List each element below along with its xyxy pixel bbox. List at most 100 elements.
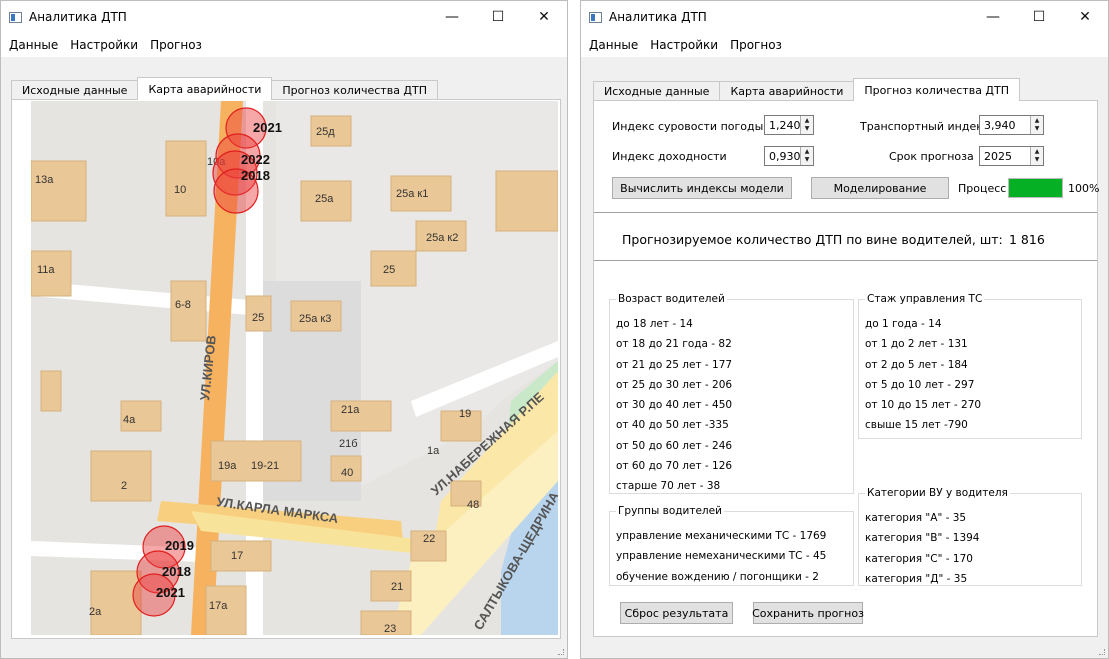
building-label: 2: [121, 480, 127, 492]
building-label: 17а: [209, 600, 228, 612]
compute-indexes-button[interactable]: Вычислить индексы модели: [612, 177, 792, 199]
close-icon[interactable]: ✕: [521, 1, 567, 33]
list-item: от 40 до 50 лет -335: [616, 419, 729, 432]
building-label: 13а: [35, 174, 54, 186]
tab-forecast[interactable]: Прогноз количества ДТП: [853, 78, 1021, 101]
building-label: 22: [423, 533, 435, 545]
resize-grip[interactable]: [1099, 649, 1105, 655]
building-label: 25: [252, 312, 264, 324]
transport-index-spinbox[interactable]: 3,940 ▲ ▼: [979, 115, 1044, 135]
building-label: 2а: [89, 606, 102, 618]
list-item: категория "С" - 170: [865, 552, 973, 565]
experience-group-title: Стаж управления ТС: [865, 293, 985, 305]
menu-forecast[interactable]: Прогноз: [144, 38, 208, 52]
tab-bar: Исходные данные Карта аварийности Прогно…: [593, 78, 1021, 101]
building-label: 25а к1: [396, 188, 428, 200]
title-bar[interactable]: Аналитика ДТП — ☐ ✕: [581, 1, 1108, 33]
reset-results-button[interactable]: Сброс результата: [620, 602, 733, 624]
accident-year-label: 2022: [241, 152, 270, 167]
building-label: 21б: [339, 438, 358, 450]
tab-source-data[interactable]: Исходные данные: [11, 80, 139, 100]
driver-groups-title: Группы водителей: [616, 505, 724, 517]
divider: [594, 260, 1097, 261]
list-item: от 1 до 2 лет - 131: [865, 338, 968, 351]
list-item: от 2 до 5 лет - 184: [865, 358, 968, 371]
forecast-term-spinbox[interactable]: 2025 ▲ ▼: [979, 146, 1044, 166]
tab-panel: Индекс суровости погоды 1,240 ▲ ▼ Транспо…: [593, 100, 1100, 637]
age-groupbox: Возраст водителей до 18 лет - 14 от 18 д…: [609, 293, 854, 494]
list-item: старше 70 лет - 38: [616, 480, 721, 493]
building-label: 23: [384, 623, 396, 635]
menu-forecast[interactable]: Прогноз: [724, 38, 788, 52]
list-item: категория "А" - 35: [865, 512, 967, 524]
building-label: 25а к3: [299, 313, 331, 325]
process-progress-bar: [1008, 178, 1063, 198]
tab-accident-map[interactable]: Карта аварийности: [719, 81, 855, 101]
forecast-result-label: Прогнозируемое количество ДТП по вине во…: [622, 232, 1003, 247]
accident-year-label: 2021: [253, 120, 282, 135]
building-label: 6-8: [175, 299, 191, 311]
menu-data[interactable]: Данные: [3, 38, 64, 52]
building-label: 25д: [316, 126, 335, 138]
list-item: до 18 лет - 14: [616, 318, 693, 330]
transport-index-value: 3,940: [984, 118, 1016, 132]
license-groupbox: Категории ВУ у водителя категория "А" - …: [858, 487, 1082, 586]
app-icon: [9, 11, 22, 23]
building-label: 25а к2: [426, 232, 458, 244]
close-icon[interactable]: ✕: [1062, 1, 1108, 33]
transport-index-label: Транспортный индекс: [860, 120, 989, 133]
list-item: от 21 до 25 лет - 177: [616, 358, 733, 371]
window-title: Аналитика ДТП: [29, 10, 127, 24]
license-group-title: Категории ВУ у водителя: [865, 487, 1010, 499]
minimize-icon[interactable]: —: [970, 1, 1016, 33]
modeling-button[interactable]: Моделирование: [811, 177, 949, 199]
income-index-label: Индекс доходности: [612, 150, 727, 163]
building-label: 1а: [427, 445, 440, 457]
income-index-spinbox[interactable]: 0,930 ▲ ▼: [764, 146, 814, 166]
menu-settings[interactable]: Настройки: [644, 38, 724, 52]
tab-accident-map[interactable]: Карта аварийности: [137, 77, 273, 100]
spin-arrows-icon[interactable]: ▲ ▼: [1030, 116, 1043, 134]
map-window: Аналитика ДТП — ☐ ✕ Данные Настройки Про…: [0, 0, 568, 659]
building-label: 17: [231, 550, 243, 562]
spin-arrows-icon[interactable]: ▲ ▼: [800, 116, 813, 134]
tab-forecast[interactable]: Прогноз количества ДТП: [271, 80, 439, 100]
accident-year-label: 2018: [162, 564, 191, 579]
tab-source-data[interactable]: Исходные данные: [593, 81, 721, 101]
menu-data[interactable]: Данные: [583, 38, 644, 52]
resize-grip[interactable]: [558, 649, 564, 655]
spin-arrows-icon[interactable]: ▲ ▼: [800, 147, 813, 165]
maximize-icon[interactable]: ☐: [1016, 1, 1062, 33]
building-label: 10: [174, 184, 186, 196]
list-item: управление механическими ТС - 1769: [616, 530, 827, 542]
forecast-term-value: 2025: [984, 149, 1012, 163]
app-icon: [589, 11, 602, 23]
accident-map[interactable]: УЛ.КИРОВ УЛ.КАРЛА МАРКСА УЛ.НАБЕРЕЖНАЯ Р…: [31, 101, 558, 635]
building-label: 21: [391, 581, 403, 593]
building-label: 19-21: [251, 460, 279, 472]
menu-bar: Данные Настройки Прогноз: [581, 33, 1108, 57]
building-label: 19а: [218, 460, 237, 472]
accident-year-label: 2019: [165, 538, 194, 553]
list-item: от 5 до 10 лет - 297: [865, 378, 975, 391]
divider: [594, 212, 1097, 213]
list-item: управление немеханическими ТС - 45: [616, 550, 827, 563]
income-index-value: 0,930: [769, 149, 801, 163]
title-bar[interactable]: Аналитика ДТП — ☐ ✕: [1, 1, 567, 33]
experience-groupbox: Стаж управления ТС до 1 года - 14 от 1 д…: [858, 293, 1082, 439]
process-label: Процесс: [958, 182, 1007, 195]
spin-arrows-icon[interactable]: ▲ ▼: [1030, 147, 1043, 165]
list-item: категория "В" - 1394: [865, 532, 980, 545]
menu-settings[interactable]: Настройки: [64, 38, 144, 52]
building-label: 21а: [341, 404, 360, 416]
minimize-icon[interactable]: —: [429, 1, 475, 33]
list-item: категория "Д" - 35: [865, 572, 968, 585]
weather-index-spinbox[interactable]: 1,240 ▲ ▼: [764, 115, 814, 135]
maximize-icon[interactable]: ☐: [475, 1, 521, 33]
save-forecast-button[interactable]: Сохранить прогноз: [752, 602, 864, 624]
list-item: свыше 15 лет -790: [865, 419, 968, 432]
building-label: 19: [459, 408, 471, 420]
building-label: 25а: [315, 193, 334, 205]
list-item: от 25 до 30 лет - 206: [616, 378, 733, 391]
progress-percent: 100%: [1068, 182, 1100, 195]
